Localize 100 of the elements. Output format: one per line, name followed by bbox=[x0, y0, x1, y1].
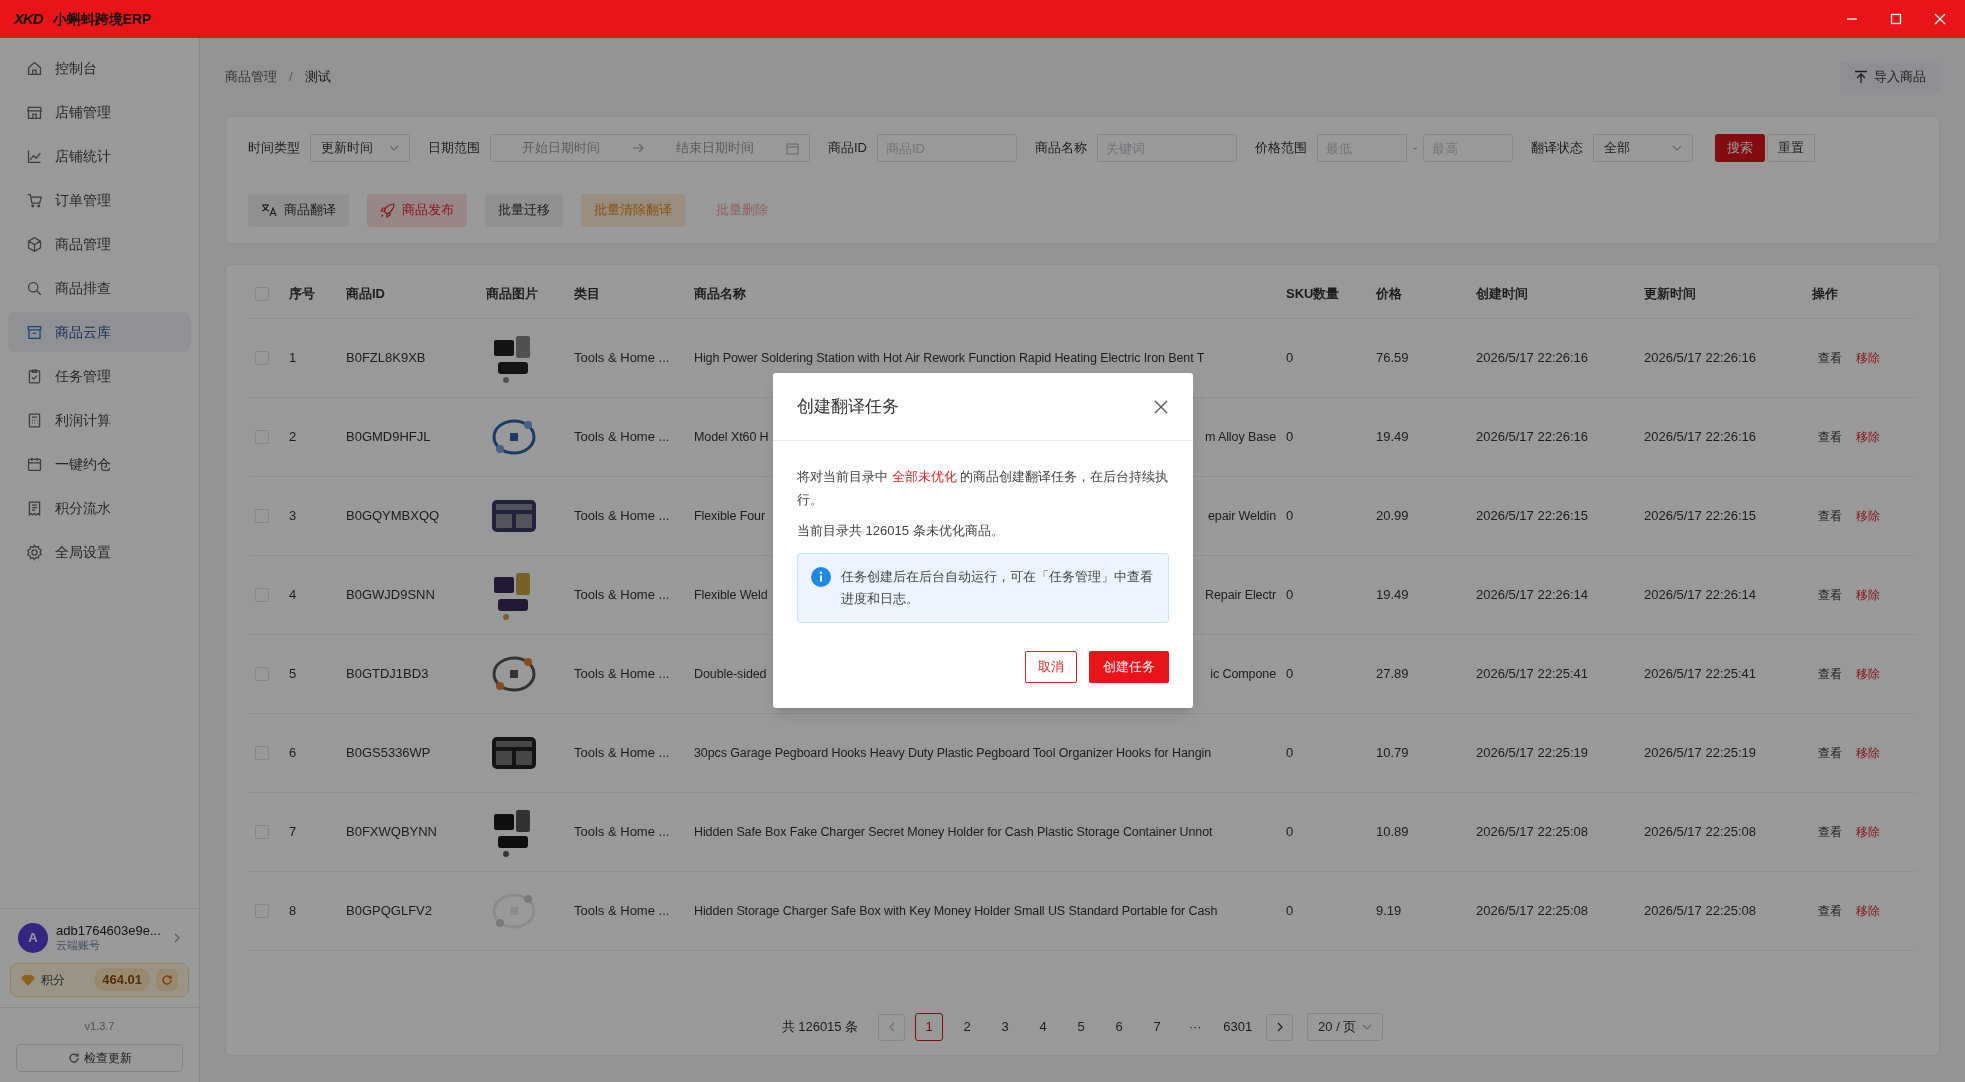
page-button[interactable]: 6 bbox=[1105, 1013, 1134, 1041]
next-page-button[interactable] bbox=[1266, 1013, 1294, 1041]
row-action-link[interactable]: 查看 bbox=[1818, 902, 1842, 920]
sidebar-item[interactable]: 商品排查 bbox=[8, 268, 191, 308]
row-action-link[interactable]: 查看 bbox=[1818, 428, 1842, 446]
column-header: SKU数量 bbox=[1286, 285, 1340, 301]
sidebar-item[interactable]: 全局设置 bbox=[8, 532, 191, 572]
info-icon bbox=[811, 566, 831, 587]
sidebar-item[interactable]: 商品管理 bbox=[8, 224, 191, 264]
table-cell: Tools & Home ... bbox=[574, 508, 670, 524]
table-cell: 2026/5/17 22:25:41 bbox=[1476, 666, 1589, 682]
sidebar-item[interactable]: 商品云库 bbox=[8, 312, 191, 352]
table-cell: 9.19 bbox=[1376, 903, 1402, 919]
sidebar-item[interactable]: 一键约仓 bbox=[8, 444, 191, 484]
row-action-link[interactable]: 移除 bbox=[1856, 349, 1880, 367]
end-date-field[interactable]: 结束日期时间 bbox=[655, 138, 775, 158]
page-button[interactable]: 7 bbox=[1143, 1013, 1172, 1041]
prev-page-button[interactable] bbox=[878, 1013, 906, 1041]
dialog-count-text: 当前目录共 126015 条未优化商品。 bbox=[797, 522, 1005, 540]
row-action-link[interactable]: 查看 bbox=[1818, 507, 1842, 525]
check-update-button[interactable]: 检查更新 bbox=[16, 1044, 183, 1072]
select-field[interactable]: 全部 bbox=[1593, 134, 1694, 162]
page-button[interactable]: 4 bbox=[1029, 1013, 1058, 1041]
table-cell-text: epair Weldin bbox=[1207, 507, 1276, 525]
row-action-link[interactable]: 移除 bbox=[1856, 744, 1880, 762]
table-cell-text: Double-sided bbox=[694, 665, 767, 683]
page-button[interactable]: 1 bbox=[915, 1013, 944, 1041]
sidebar-item[interactable]: 控制台 bbox=[8, 48, 191, 88]
column-header: 类目 bbox=[574, 285, 600, 301]
reset-button[interactable]: 重置 bbox=[1767, 134, 1816, 162]
table-cell: 5 bbox=[289, 666, 297, 682]
table-cell: 0 bbox=[1286, 508, 1294, 524]
calendar-icon bbox=[26, 455, 43, 473]
table-cell: 0 bbox=[1286, 429, 1294, 445]
date-range-field[interactable]: 开始日期时间 结束日期时间 bbox=[490, 134, 810, 162]
cancel-button[interactable]: 取消 bbox=[1025, 650, 1077, 683]
table-cell: B0GMD9HFJL bbox=[346, 429, 431, 445]
row-action-link[interactable]: 移除 bbox=[1856, 507, 1880, 525]
receipt-icon bbox=[26, 499, 43, 517]
row-action-link[interactable]: 移除 bbox=[1856, 428, 1880, 446]
row-action-link[interactable]: 移除 bbox=[1856, 586, 1880, 604]
rocket-icon bbox=[380, 202, 395, 218]
caret-icon bbox=[1362, 1024, 1373, 1030]
action-button[interactable]: 商品发布 bbox=[367, 193, 467, 227]
page-button[interactable]: 5 bbox=[1067, 1013, 1096, 1041]
refresh-icon bbox=[161, 973, 173, 986]
table-cell: 10.79 bbox=[1376, 745, 1409, 761]
table-cell-text: Hidden Safe Box Fake Charger Secret Money Holder for Cash Plastic Storage Container Unnot bbox=[694, 823, 1213, 841]
table-cell: 1 bbox=[289, 350, 297, 366]
table-cell: 20.99 bbox=[1376, 508, 1409, 524]
page-button[interactable]: 2 bbox=[953, 1013, 982, 1041]
filter-label: 价格范围 bbox=[1255, 139, 1307, 158]
filter-label: 商品名称 bbox=[1035, 139, 1087, 158]
sidebar-item[interactable]: 积分流水 bbox=[8, 488, 191, 528]
refresh-icon bbox=[67, 1052, 80, 1064]
search-button[interactable]: 搜索 bbox=[1715, 134, 1766, 162]
action-button[interactable]: 批量迁移 bbox=[485, 193, 563, 227]
account-type: 云端账号 bbox=[56, 938, 101, 953]
chevron-right-icon[interactable] bbox=[173, 931, 181, 944]
row-action-link[interactable]: 移除 bbox=[1856, 823, 1880, 841]
row-action-link[interactable]: 查看 bbox=[1818, 349, 1842, 367]
row-action-link[interactable]: 查看 bbox=[1818, 744, 1842, 762]
cube-icon bbox=[26, 235, 43, 253]
select-field[interactable]: 更新时间 bbox=[310, 134, 410, 162]
row-action-link[interactable]: 移除 bbox=[1856, 902, 1880, 920]
row-action-link[interactable]: 查看 bbox=[1818, 665, 1842, 683]
table-cell: 19.49 bbox=[1376, 587, 1409, 603]
breadcrumb-item[interactable]: 商品管理 bbox=[225, 67, 277, 87]
row-action-link[interactable]: 移除 bbox=[1856, 665, 1880, 683]
sidebar-item[interactable]: 任务管理 bbox=[8, 356, 191, 396]
action-button[interactable]: 商品翻译 bbox=[248, 193, 349, 227]
page-button[interactable]: ··· bbox=[1181, 1013, 1210, 1041]
start-date-field[interactable]: 开始日期时间 bbox=[501, 138, 621, 158]
refresh-button[interactable] bbox=[156, 968, 178, 991]
user-avatar[interactable]: A bbox=[18, 922, 48, 953]
page-button[interactable]: 6301 bbox=[1219, 1013, 1257, 1041]
calculator-icon bbox=[26, 411, 43, 429]
table-cell-text: Repair Electr bbox=[1205, 586, 1276, 604]
close-icon[interactable] bbox=[1933, 12, 1947, 26]
table-cell-text: ic Compone bbox=[1210, 665, 1276, 683]
table-cell: 2026/5/17 22:26:16 bbox=[1476, 429, 1589, 445]
create-task-button[interactable]: 创建任务 bbox=[1089, 650, 1169, 683]
dialog-title: 创建翻译任务 bbox=[797, 395, 899, 418]
close-button[interactable] bbox=[1153, 398, 1169, 415]
row-action-link[interactable]: 查看 bbox=[1818, 823, 1842, 841]
breadcrumb-item[interactable]: 测试 bbox=[304, 67, 331, 87]
maximize-icon[interactable] bbox=[1889, 12, 1903, 26]
page-size-select[interactable]: 20 / 页 bbox=[1307, 1013, 1384, 1041]
row-action-link[interactable]: 查看 bbox=[1818, 586, 1842, 604]
table-cell: 2026/5/17 22:26:14 bbox=[1476, 587, 1589, 603]
page-button[interactable]: 3 bbox=[991, 1013, 1020, 1041]
import-button[interactable]: 导入商品 bbox=[1840, 61, 1940, 93]
table-cell: Tools & Home ... bbox=[574, 350, 670, 366]
dialog-message: 将对当前目录中 全部未优化 的商品创建翻译任务，在后台持续执行。 bbox=[797, 468, 1169, 509]
sidebar-item[interactable]: 店铺管理 bbox=[8, 92, 191, 132]
sidebar-item[interactable]: 订单管理 bbox=[8, 180, 191, 220]
table-cell: 19.49 bbox=[1376, 429, 1409, 445]
table-cell: 2 bbox=[289, 429, 297, 445]
sidebar-item[interactable]: 利润计算 bbox=[8, 400, 191, 440]
sidebar-item[interactable]: 店铺统计 bbox=[8, 136, 191, 176]
